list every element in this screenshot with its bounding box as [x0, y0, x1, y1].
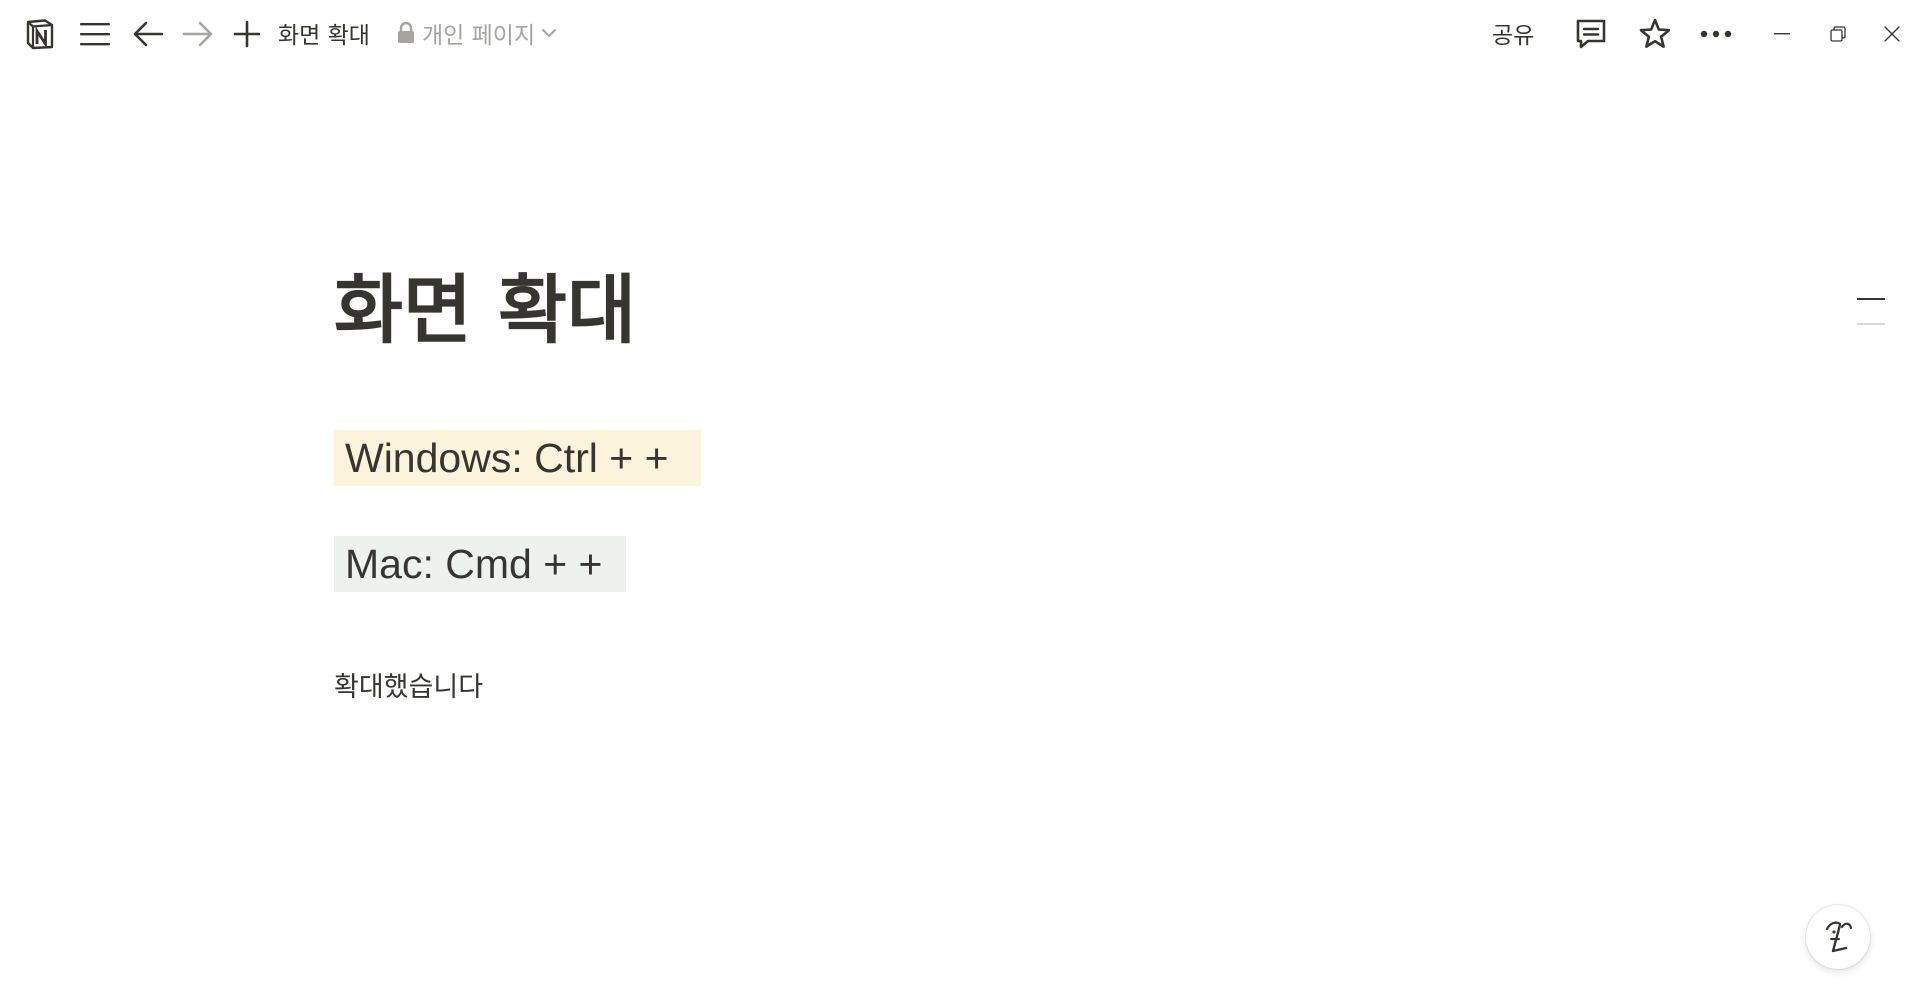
lock-icon [396, 21, 416, 45]
window-restore-icon[interactable] [1822, 17, 1854, 51]
star-icon[interactable] [1636, 15, 1674, 53]
share-button[interactable]: 공유 [1492, 16, 1534, 50]
outline-line-active [1857, 298, 1885, 300]
privacy-label: 개인 페이지 [422, 23, 536, 49]
arrow-left-icon[interactable] [130, 17, 166, 51]
notion-logo-icon[interactable] [24, 17, 56, 51]
chevron-down-icon [541, 27, 557, 39]
notion-ai-button[interactable] [1806, 905, 1870, 969]
outline-line [1857, 323, 1885, 325]
notion-ai-face-icon [1820, 917, 1856, 957]
table-of-contents-icon[interactable] [1857, 298, 1887, 348]
privacy-dropdown[interactable]: 개인 페이지 [396, 16, 557, 50]
plus-icon[interactable] [230, 17, 264, 51]
window-minimize-icon[interactable] [1766, 17, 1798, 51]
top-bar: 화면 확대 개인 페이지 공유 [0, 0, 1912, 67]
window-close-icon[interactable] [1876, 17, 1908, 51]
ellipsis-icon[interactable] [1697, 17, 1735, 51]
breadcrumb-page-title[interactable]: 화면 확대 [278, 16, 370, 50]
text-block[interactable]: 확대했습니다 [334, 665, 483, 704]
comment-icon[interactable] [1572, 15, 1610, 53]
hamburger-menu-icon[interactable] [78, 17, 112, 51]
heading-block-mac[interactable]: Mac: Cmd + + [334, 536, 626, 592]
heading-block-windows[interactable]: Windows: Ctrl + + [334, 430, 701, 486]
arrow-right-icon[interactable] [180, 17, 216, 51]
page-title[interactable]: 화면 확대 [334, 260, 636, 360]
